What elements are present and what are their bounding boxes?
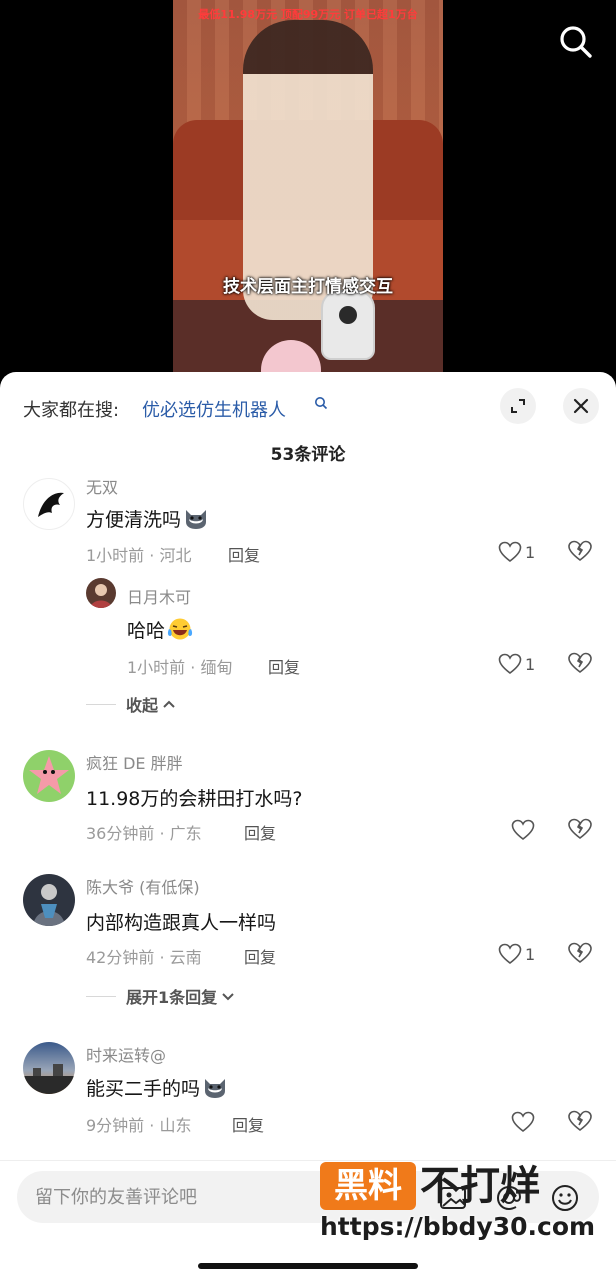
expand-replies-button[interactable]: 展开1条回复 [86,984,235,1008]
reply-meta: 1小时前 · 缅甸 [127,658,233,677]
comment-text-content: 能买二手的吗 [86,1078,201,1100]
broken-heart-icon [568,540,592,562]
broken-heart-icon [568,942,592,964]
comment-item: 陈大爷 (有低保) 内部构造跟真人一样吗 42分钟前 · 云南 回复 1 展开1… [0,870,616,1010]
broken-heart-icon [568,1110,592,1132]
close-sheet-button[interactable] [563,388,599,424]
expand-replies-label: 展开1条回复 [126,988,218,1007]
reply-text: 哈哈 [127,616,193,643]
dislike-button[interactable] [567,1109,593,1135]
avatar[interactable] [23,750,75,802]
video-price-banner: 最低11.98万元 顶配99万元 订单已超1万台 [198,8,418,21]
comment-meta: 36分钟前 · 广东 [86,824,202,843]
comment-text: 内部构造跟真人一样吗 [86,912,277,934]
broken-heart-icon [568,818,592,840]
search-button[interactable] [556,22,596,62]
heart-icon [511,819,535,841]
dislike-button[interactable] [567,941,593,967]
dislike-button[interactable] [567,651,593,677]
patrick-star-icon [29,756,69,794]
like-button[interactable]: 1 [498,941,538,967]
comment-item: 无双 方便清洗吗 1小时前 · 河北 回复 1 日月木可 哈哈 1小时前 · 缅… [0,472,616,715]
comment-meta: 9分钟前 · 山东 [86,1116,192,1135]
avatar[interactable] [23,874,75,926]
dislike-button[interactable] [567,817,593,843]
heart-icon [498,943,522,965]
husky-emoji-icon [186,510,207,529]
video-small-robot [321,290,375,360]
reply-text-content: 哈哈 [127,620,166,642]
collapse-replies-label: 收起 [126,696,159,715]
fairy-tail-logo-icon [38,492,64,517]
comment-text: 方便清洗吗 [86,505,209,532]
comment-count: 53条评论 [270,445,346,465]
reply-button[interactable]: 回复 [228,542,260,566]
comment-username[interactable]: 疯狂 DE 胖胖 [86,750,183,774]
chevron-down-icon [222,993,234,1001]
at-icon[interactable] [494,1183,524,1213]
comment-username[interactable]: 时来运转@ [86,1042,166,1066]
image-icon[interactable] [438,1183,468,1213]
reply-button[interactable]: 回复 [232,1112,264,1136]
like-count: 1 [525,542,536,562]
comment-item: 疯狂 DE 胖胖 11.98万的会耕田打水吗? 36分钟前 · 广东 回复 [0,746,616,856]
comment-sheet-header: 大家都在搜: 优必选仿生机器人 53条评论 [0,372,616,472]
video-subtitle: 技术层面主打情感交互 [223,277,393,297]
comment-text: 11.98万的会耕田打水吗? [86,788,303,810]
comment-text-content: 方便清洗吗 [86,509,182,531]
video-frame[interactable]: 最低11.98万元 顶配99万元 订单已超1万台 技术层面主打情感交互 [173,0,443,380]
heart-icon [498,541,522,563]
trending-search-icon [315,397,328,410]
heart-icon [511,1111,535,1133]
avatar[interactable] [23,478,75,530]
like-count: 1 [525,654,536,674]
reply-username[interactable]: 日月木可 [127,584,191,608]
expand-sheet-button[interactable] [500,388,536,424]
expand-icon [511,399,525,413]
trending-search-label: 大家都在搜: [23,400,120,421]
reply-button[interactable]: 回复 [268,654,300,678]
comment-username[interactable]: 无双 [86,474,118,498]
husky-emoji-icon [205,1079,226,1098]
avatar[interactable] [23,1042,75,1094]
armored-character-icon [33,884,65,926]
comment-meta: 1小时前 · 河北 [86,546,192,565]
comment-text: 能买二手的吗 [86,1074,228,1101]
comment-item: 时来运转@ 能买二手的吗 9分钟前 · 山东 回复 [0,1038,616,1148]
like-button[interactable] [511,1109,551,1135]
comment-meta: 42分钟前 · 云南 [86,948,202,967]
comment-input-bar [0,1160,616,1280]
broken-heart-icon [568,652,592,674]
collapse-replies-button[interactable]: 收起 [86,692,176,716]
close-icon [573,398,589,414]
sunset-landscape-icon [23,1064,75,1094]
user-photo-icon [90,584,112,608]
comment-sheet: 大家都在搜: 优必选仿生机器人 53条评论 无双 方便清洗吗 1小时前 · 河北… [0,372,616,1280]
like-button[interactable]: 1 [498,651,538,677]
chevron-up-icon [163,700,175,708]
like-button[interactable] [511,817,551,843]
like-count: 1 [525,944,536,964]
home-indicator [198,1263,418,1269]
thread-divider [86,995,116,997]
reply-button[interactable]: 回复 [244,944,276,968]
video-player[interactable]: 最低11.98万元 顶配99万元 订单已超1万台 技术层面主打情感交互 [0,0,616,390]
heart-icon [498,653,522,675]
thread-divider [86,703,116,705]
avatar[interactable] [86,578,116,608]
laughing-crying-emoji-icon [167,618,193,640]
like-button[interactable]: 1 [498,539,538,565]
dislike-button[interactable] [567,539,593,565]
reply-button[interactable]: 回复 [244,820,276,844]
emoji-icon[interactable] [550,1183,580,1213]
search-icon [560,26,592,58]
trending-search-link[interactable]: 优必选仿生机器人 [142,396,286,422]
comment-username[interactable]: 陈大爷 (有低保) [86,874,200,898]
